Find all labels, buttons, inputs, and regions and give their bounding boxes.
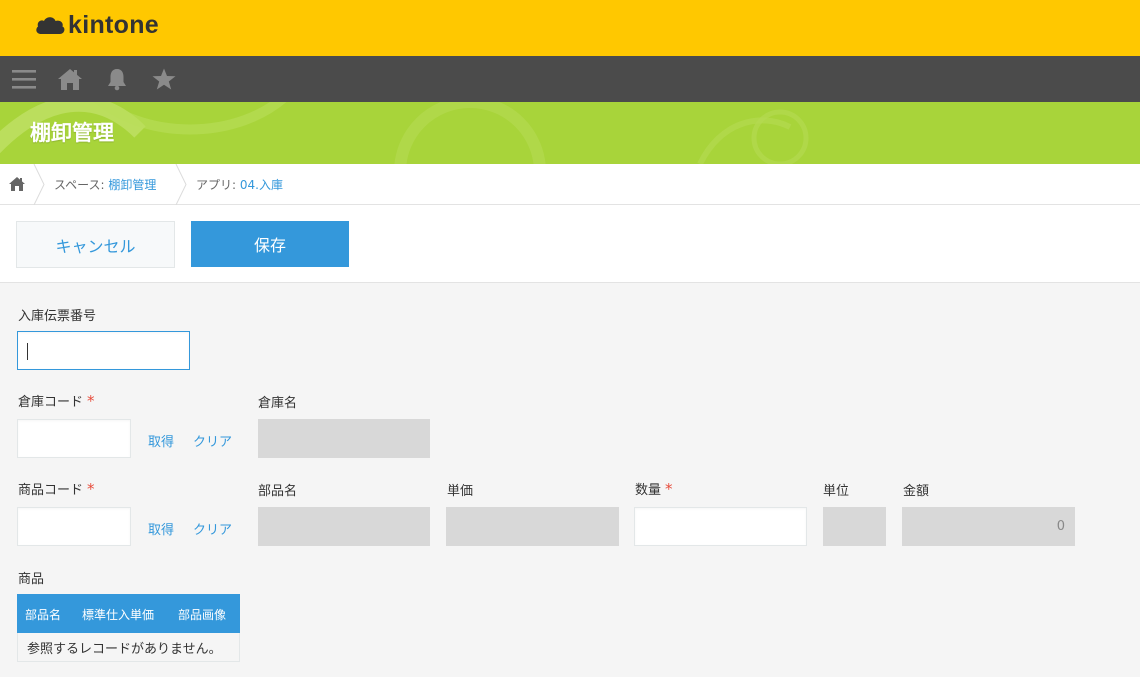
global-navigation [0, 56, 1140, 102]
warehouse-code-clear-link[interactable]: クリア [193, 431, 232, 450]
breadcrumb-app: アプリ: 04.入庫 [196, 176, 283, 193]
top-header: kintone [0, 0, 1140, 56]
unit-price-field [446, 507, 619, 546]
space-title: 棚卸管理 [30, 121, 114, 145]
required-mark: * [87, 392, 95, 410]
product-code-label-text: 商品コード [18, 483, 84, 498]
required-mark: * [87, 480, 95, 498]
breadcrumb: スペース: 棚卸管理 アプリ: 04.入庫 [0, 164, 1140, 205]
product-code-input[interactable] [17, 507, 131, 546]
unit-label: 単位 [823, 484, 850, 499]
product-code-clear-link[interactable]: クリア [193, 519, 232, 538]
banner-decoration [0, 102, 809, 164]
receipt-number-label: 入庫伝票番号 [18, 309, 97, 324]
text-cursor [27, 343, 28, 360]
unit-price-label: 単価 [447, 484, 474, 499]
quantity-label-text: 数量 [635, 483, 662, 498]
receipt-number-input[interactable] [17, 331, 190, 370]
product-code-label: 商品コード * [18, 479, 95, 498]
column-header: 部品名 [25, 608, 62, 622]
warehouse-code-fetch-link[interactable]: 取得 [148, 431, 174, 450]
amount-value: 0 [1056, 519, 1065, 534]
breadcrumb-separator [33, 164, 45, 205]
record-form: 入庫伝票番号 倉庫コード * 取得 クリア 倉庫名 商品コード * 取得 クリア 部… [0, 284, 1140, 677]
column-header: 部品画像 [178, 608, 227, 622]
amount-label: 金額 [903, 484, 930, 499]
bell-icon[interactable] [103, 65, 131, 93]
warehouse-code-input[interactable] [17, 419, 131, 458]
star-icon[interactable] [150, 65, 178, 93]
warehouse-name-label: 倉庫名 [258, 396, 298, 411]
unit-field [823, 507, 886, 546]
part-name-field [258, 507, 430, 546]
product-ref-table: 部品名 標準仕入単価 部品画像 参照するレコードがありません。 [17, 594, 240, 662]
warehouse-code-label-text: 倉庫コード [18, 395, 84, 410]
required-mark: * [665, 480, 673, 498]
part-name-label: 部品名 [258, 484, 298, 499]
breadcrumb-home-icon[interactable] [8, 175, 26, 193]
quantity-input[interactable] [634, 507, 807, 546]
cancel-button[interactable]: キャンセル [16, 221, 175, 268]
product-code-fetch-link[interactable]: 取得 [148, 519, 174, 538]
breadcrumb-app-prefix: アプリ: [196, 178, 240, 192]
breadcrumb-space-prefix: スペース: [54, 178, 109, 192]
product-ref-label: 商品 [18, 572, 45, 587]
logo-text: kintone [68, 11, 159, 39]
product-ref-header: 部品名 標準仕入単価 部品画像 [17, 594, 240, 633]
record-action-bar: キャンセル 保存 [0, 205, 1140, 283]
empty-message: 参照するレコードがありません。 [17, 633, 240, 662]
breadcrumb-separator [175, 164, 187, 205]
save-button[interactable]: 保存 [191, 221, 349, 267]
amount-field: 0 [902, 507, 1075, 546]
quantity-label: 数量 * [635, 479, 673, 498]
breadcrumb-space: スペース: 棚卸管理 [54, 176, 156, 193]
column-header: 標準仕入単価 [82, 608, 155, 622]
home-icon[interactable] [56, 65, 84, 93]
breadcrumb-app-link[interactable]: 04.入庫 [240, 178, 283, 192]
warehouse-code-label: 倉庫コード * [18, 391, 95, 410]
breadcrumb-space-link[interactable]: 棚卸管理 [108, 178, 156, 192]
space-banner: 棚卸管理 [0, 102, 1140, 164]
menu-icon[interactable] [10, 65, 38, 93]
warehouse-name-field [258, 419, 430, 458]
cloud-logo-icon [36, 16, 65, 34]
kintone-logo[interactable]: kintone [34, 11, 159, 40]
